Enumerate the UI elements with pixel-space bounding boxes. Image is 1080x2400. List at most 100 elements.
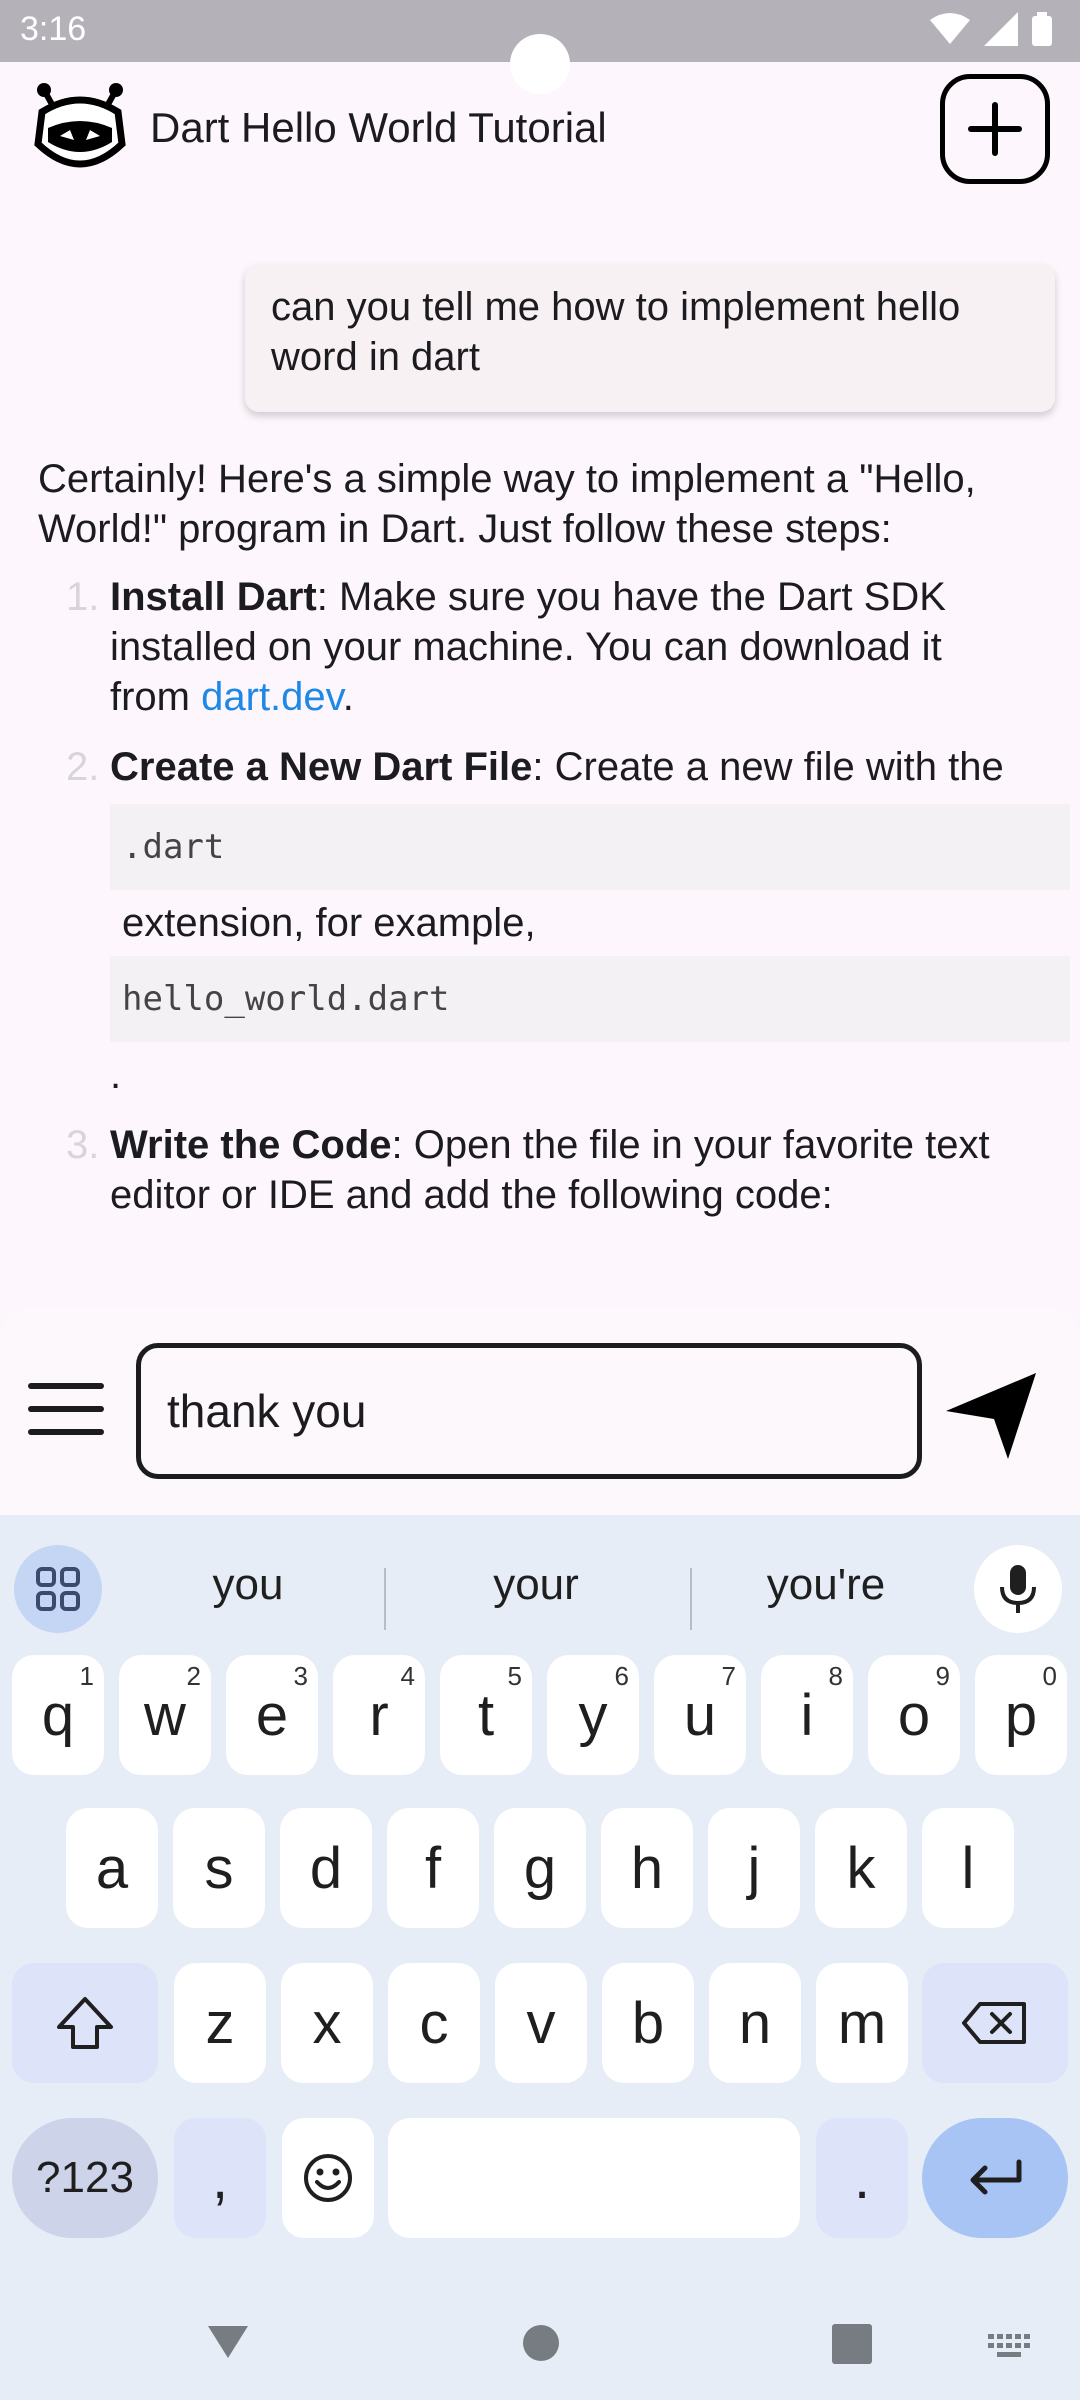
key-d[interactable]: d	[280, 1808, 372, 1928]
app-bar: Dart Hello World Tutorial	[0, 62, 1080, 192]
menu-bar	[28, 1383, 104, 1389]
wifi-icon	[930, 13, 970, 44]
reply-step-1: 1. Install Dart: Make sure you have the …	[66, 572, 1030, 722]
key-label: b	[631, 1990, 665, 2056]
key-label: s	[204, 1835, 234, 1901]
key-r[interactable]: r4	[333, 1655, 425, 1775]
key-j[interactable]: j	[708, 1808, 800, 1928]
menu-button[interactable]	[28, 1383, 104, 1443]
key-s[interactable]: s	[173, 1808, 265, 1928]
key-label: e	[255, 1682, 289, 1748]
key-hint: 5	[507, 1661, 522, 1691]
key-label: v	[526, 1990, 556, 2056]
inline-code-block: hello_world.dart	[110, 956, 1070, 1042]
key-label: t	[477, 1682, 495, 1748]
key-label: o	[897, 1682, 931, 1748]
key-hint: 2	[186, 1661, 201, 1691]
step-number: 3.	[66, 1123, 100, 1167]
key-label: k	[846, 1835, 876, 1901]
home-icon[interactable]	[522, 2324, 560, 2362]
signal-icon	[984, 12, 1018, 46]
key-m[interactable]: m	[816, 1963, 908, 2083]
key-label: n	[738, 1990, 772, 2056]
key-label: r	[369, 1682, 389, 1748]
key-label: g	[523, 1835, 557, 1901]
key-hint: 4	[400, 1661, 415, 1691]
key-label: h	[630, 1835, 664, 1901]
backspace-key[interactable]	[922, 1963, 1068, 2083]
keyboard-apps-button[interactable]	[14, 1545, 102, 1633]
step-tail: .	[342, 675, 354, 719]
suggestion-3[interactable]: you're	[706, 1560, 946, 1610]
key-w[interactable]: w2	[119, 1655, 211, 1775]
key-label: l	[961, 1835, 975, 1901]
key-o[interactable]: o9	[868, 1655, 960, 1775]
symbols-key[interactable]: ?123	[12, 2118, 158, 2238]
key-label: f	[424, 1835, 442, 1901]
enter-key[interactable]	[922, 2118, 1068, 2238]
suggestion-1[interactable]: you	[128, 1560, 368, 1610]
key-p[interactable]: p0	[975, 1655, 1067, 1775]
shift-key[interactable]	[12, 1963, 158, 2083]
new-chat-button[interactable]	[940, 74, 1050, 184]
emoji-key[interactable]	[282, 2118, 374, 2238]
status-time: 3:16	[20, 10, 87, 48]
message-composer: thank you	[0, 1307, 1080, 1515]
soft-keyboard: you your you're q1w2e3r4t5y6u7i8o9p0 asd…	[0, 1515, 1080, 2290]
voice-input-button[interactable]	[974, 1545, 1062, 1633]
key-h[interactable]: h	[601, 1808, 693, 1928]
key-e[interactable]: e3	[226, 1655, 318, 1775]
key-hint: 1	[79, 1661, 94, 1691]
chat-area[interactable]: can you tell me how to implement hello w…	[0, 192, 1080, 1307]
robot-logo-icon	[34, 83, 126, 168]
comma-key[interactable]: ,	[174, 2118, 266, 2238]
key-q[interactable]: q1	[12, 1655, 104, 1775]
key-x[interactable]: x	[281, 1963, 373, 2083]
keyboard-switch-icon[interactable]	[988, 2334, 1030, 2358]
key-a[interactable]: a	[66, 1808, 158, 1928]
key-t[interactable]: t5	[440, 1655, 532, 1775]
key-label: x	[312, 1990, 342, 2056]
recents-icon[interactable]	[832, 2324, 872, 2364]
key-z[interactable]: z	[174, 1963, 266, 2083]
emoji-icon	[304, 2154, 352, 2202]
key-hint: 6	[614, 1661, 629, 1691]
chat-title: Dart Hello World Tutorial	[150, 104, 607, 151]
plus-icon	[968, 102, 1022, 156]
battery-icon	[1032, 12, 1052, 46]
key-label: q	[41, 1682, 75, 1748]
step-tail: .	[110, 1053, 122, 1097]
back-icon[interactable]	[206, 2322, 250, 2362]
key-l[interactable]: l	[922, 1808, 1014, 1928]
period-key[interactable]: .	[816, 2118, 908, 2238]
key-u[interactable]: u7	[654, 1655, 746, 1775]
grid-icon	[36, 1567, 80, 1611]
step-middle-text: extension, for example,	[122, 901, 536, 945]
key-hint: 3	[293, 1661, 308, 1691]
key-label: c	[419, 1990, 449, 2056]
key-i[interactable]: i8	[761, 1655, 853, 1775]
key-label: p	[1004, 1682, 1038, 1748]
step-number: 1.	[66, 575, 100, 619]
menu-bar	[28, 1406, 104, 1412]
message-input[interactable]: thank you	[136, 1343, 922, 1479]
key-label: u	[683, 1682, 717, 1748]
dart-dev-link[interactable]: dart.dev	[201, 675, 343, 719]
key-k[interactable]: k	[815, 1808, 907, 1928]
navigation-bar	[0, 2290, 1080, 2400]
key-g[interactable]: g	[494, 1808, 586, 1928]
assistant-reply: Certainly! Here's a simple way to implem…	[38, 454, 1070, 1240]
user-message-bubble: can you tell me how to implement hello w…	[245, 264, 1055, 412]
key-n[interactable]: n	[709, 1963, 801, 2083]
step-heading: Create a New Dart File	[110, 745, 533, 789]
key-y[interactable]: y6	[547, 1655, 639, 1775]
key-v[interactable]: v	[495, 1963, 587, 2083]
suggestion-2[interactable]: your	[416, 1560, 656, 1610]
key-hint: 9	[935, 1661, 950, 1691]
key-c[interactable]: c	[388, 1963, 480, 2083]
key-b[interactable]: b	[602, 1963, 694, 2083]
step-heading: Install Dart	[110, 575, 317, 619]
send-icon[interactable]	[944, 1367, 1040, 1463]
key-f[interactable]: f	[387, 1808, 479, 1928]
space-bar[interactable]	[388, 2118, 800, 2238]
